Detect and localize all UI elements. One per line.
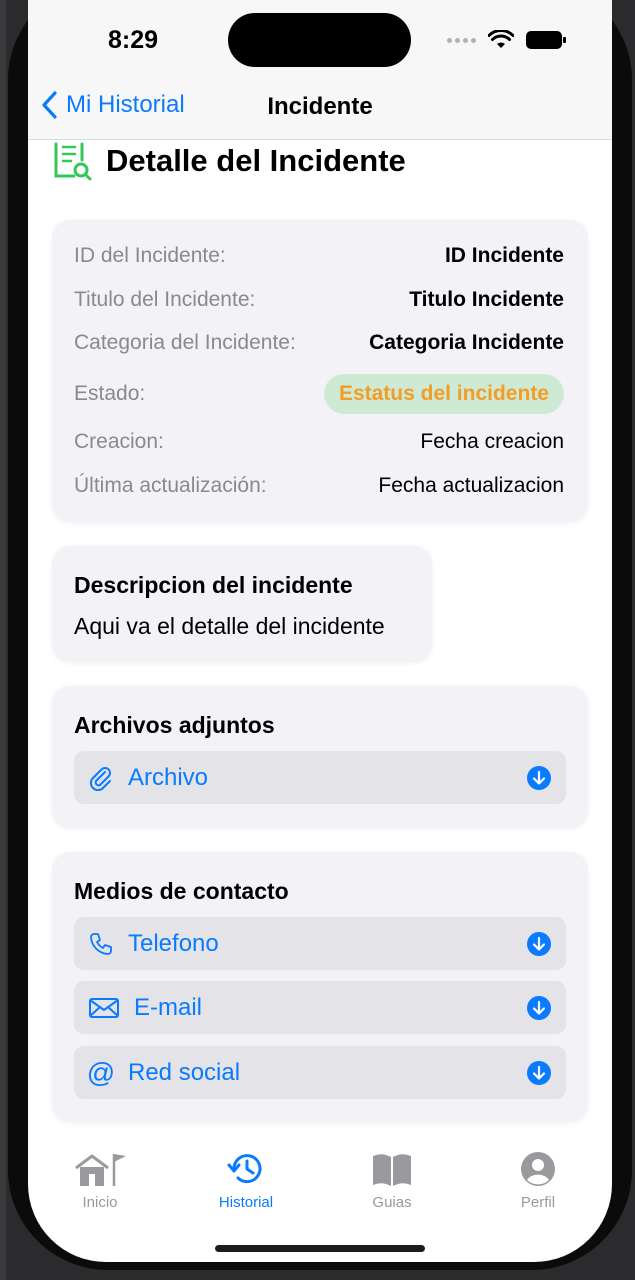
incident-details-card: ID del Incidente: ID Incidente Titulo de… [52, 220, 588, 522]
detail-row-status: Estado: Estatus del incidente [74, 374, 564, 414]
contact-row-social[interactable]: @ Red social [74, 1046, 566, 1099]
clock-history-icon [227, 1154, 262, 1184]
tab-label: Perfil [520, 1194, 556, 1211]
document-search-icon [54, 142, 92, 181]
status-badge: Estatus del incidente [323, 374, 564, 414]
contact-row-email[interactable]: E-mail [74, 981, 566, 1034]
nav-title: Incidente [267, 93, 373, 120]
attachments-title: Archivos adjuntos [74, 712, 275, 738]
attachment-row[interactable]: Archivo [74, 751, 566, 804]
wifi-icon [488, 30, 514, 48]
download-icon[interactable] [526, 1060, 552, 1086]
phone-icon [88, 931, 114, 957]
attachment-label: Archivo [128, 763, 209, 791]
detail-value: Fecha actualizacion [378, 474, 564, 497]
detail-row-id: ID del Incidente: ID Incidente [74, 244, 564, 268]
home-indicator[interactable] [215, 1245, 425, 1252]
detail-row-title: Titulo del Incidente: Titulo Incidente [74, 288, 564, 312]
contact-label: E-mail [134, 993, 203, 1021]
tab-perfil[interactable]: Perfil [488, 1150, 588, 1211]
detail-value: ID Incidente [444, 244, 564, 267]
download-icon[interactable] [526, 931, 552, 957]
book-icon [373, 1154, 411, 1186]
screen: 8:29 Mi Historial Incidente Detalle del … [28, 0, 612, 1262]
tab-label: Historial [218, 1194, 274, 1211]
page-header: Detalle del Incidente [52, 140, 406, 182]
detail-label: Última actualización: [74, 474, 267, 497]
status-time: 8:29 [108, 26, 159, 54]
download-icon[interactable] [526, 995, 552, 1021]
contact-card: Medios de contacto Telefono E-mail @ Red… [52, 852, 588, 1122]
contact-label: Red social [128, 1058, 241, 1086]
detail-label: Categoria del Incidente: [74, 331, 296, 354]
signal-icon [447, 37, 476, 43]
description-title: Descripcion del incidente [74, 572, 353, 598]
detail-value: Categoria Incidente [369, 331, 564, 354]
contact-row-phone[interactable]: Telefono [74, 917, 566, 970]
tab-label: Inicio [82, 1194, 118, 1211]
detail-row-created: Creacion: Fecha creacion [74, 430, 564, 454]
description-text: Aqui va el detalle del incidente [74, 613, 385, 639]
tab-bar: Inicio Historial Guias Perfil [28, 1140, 612, 1230]
detail-label: ID del Incidente: [74, 244, 226, 267]
tab-historial[interactable]: Historial [196, 1150, 296, 1211]
device-edge [0, 0, 6, 1280]
attachments-card: Archivos adjuntos Archivo [52, 686, 588, 828]
at-sign-icon: @ [86, 1056, 116, 1088]
home-flag-icon [75, 1154, 126, 1186]
battery-icon [526, 31, 566, 49]
detail-label: Estado: [74, 382, 146, 405]
contact-label: Telefono [128, 929, 219, 957]
page-title: Detalle del Incidente [106, 143, 406, 178]
tab-guias[interactable]: Guias [342, 1150, 442, 1211]
detail-row-category: Categoria del Incidente: Categoria Incid… [74, 331, 564, 355]
download-icon[interactable] [526, 765, 552, 791]
detail-label: Titulo del Incidente: [74, 288, 256, 311]
detail-row-updated: Última actualización: Fecha actualizacio… [74, 474, 564, 498]
envelope-icon [88, 995, 120, 1021]
person-circle-icon [521, 1152, 555, 1186]
description-card: Descripcion del incidente Aqui va el det… [52, 546, 432, 662]
detail-label: Creacion: [74, 430, 164, 453]
contact-title: Medios de contacto [74, 878, 289, 904]
dynamic-island [228, 13, 411, 67]
tab-label: Guias [372, 1194, 412, 1211]
detail-value: Titulo Incidente [409, 288, 564, 311]
status-icons [447, 30, 566, 50]
paperclip-icon [88, 765, 114, 791]
detail-value: Fecha creacion [420, 430, 564, 453]
tab-inicio[interactable]: Inicio [50, 1150, 150, 1211]
